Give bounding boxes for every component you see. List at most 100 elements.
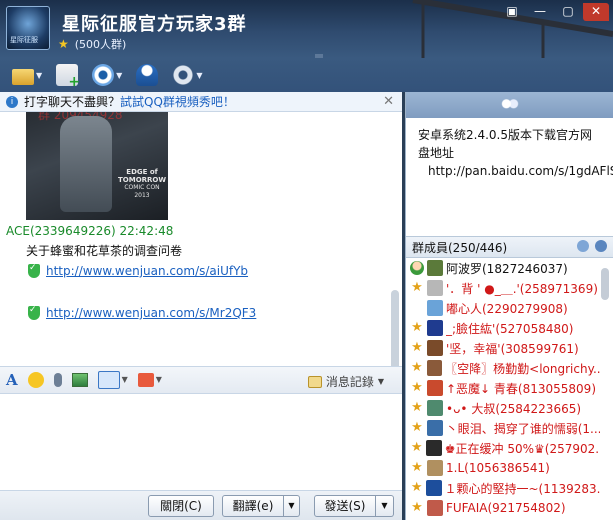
close-button[interactable]: 關閉(C): [148, 495, 214, 517]
admin-star-icon: ★: [411, 420, 423, 435]
message-history-button[interactable]: 消息記錄 ▼: [307, 373, 384, 390]
settings-button[interactable]: ▼: [168, 62, 206, 88]
toolbar: ▼ ▼ ▼: [0, 58, 613, 92]
member-avatar: [427, 300, 443, 316]
member-name: 1.L(1056386541): [446, 461, 550, 475]
send-button[interactable]: 發送(S): [314, 495, 376, 517]
member-avatar: [427, 260, 443, 276]
shared-image[interactable]: 群 209454928 EDGE of TOMORROW COMIC CON 2…: [26, 112, 168, 220]
admin-star-icon: ★: [410, 440, 423, 455]
member-avatar: [426, 420, 443, 436]
message-input[interactable]: [0, 394, 402, 490]
voice-icon[interactable]: [53, 373, 62, 387]
admin-star-icon: ★: [410, 480, 423, 495]
admin-star-icon: ★: [411, 340, 423, 355]
maximize-button[interactable]: ▢: [555, 3, 581, 21]
font-icon[interactable]: A: [6, 370, 18, 390]
side-panel: 安卓系统2.4.0.5版本下载官方网盘地址 http://pan.baidu.c…: [405, 92, 613, 520]
member-row[interactable]: ★ _;臉住紘'(527058480): [406, 318, 600, 338]
member-list-scrollbar[interactable]: [601, 260, 609, 518]
member-row[interactable]: ★ '坚，幸福'(308599761): [406, 338, 600, 358]
minimize-button[interactable]: —: [527, 3, 553, 21]
member-row[interactable]: ★ １颗心的堅持一~(1139283...: [406, 478, 600, 498]
safe-link-shield-icon: [28, 305, 40, 320]
member-avatar: [427, 320, 443, 336]
member-name: '．背 ' ●_＿.'(258971369): [446, 281, 598, 296]
skin-icon[interactable]: ▣: [499, 3, 525, 21]
member-row[interactable]: ★ 1.L(1056386541): [406, 458, 600, 478]
member-list[interactable]: 阿波罗(1827246037) ★ '．背 ' ●_＿.'(258971369) 嘟心…: [406, 258, 600, 520]
member-row[interactable]: ★ •ᴗ• 大叔(2584223665): [406, 398, 600, 418]
survey-link-2[interactable]: http://www.wenjuan.com/s/Mr2QF3: [46, 306, 256, 320]
video-show-link[interactable]: 試試QQ群視頻秀吧！: [120, 93, 235, 110]
image-icon[interactable]: [71, 373, 88, 387]
star-icon: ★: [58, 37, 69, 51]
group-profile-button[interactable]: [132, 62, 162, 88]
translate-button[interactable]: 翻譯(e): [222, 495, 284, 517]
chevron-down-icon: ▼: [116, 70, 123, 80]
owner-icon: [410, 261, 424, 275]
member-avatar: [426, 360, 443, 376]
admin-star-icon: ★: [411, 280, 423, 295]
share-file-button[interactable]: ▼: [8, 62, 46, 88]
notice-bar: i 打字聊天不盡興？ 試試QQ群視頻秀吧！ ✕: [0, 92, 402, 112]
member-avatar: [426, 480, 442, 496]
poster-caption-line2: TOMORROW: [118, 176, 167, 184]
send-options-button[interactable]: ▼: [376, 495, 394, 517]
screenshot-icon[interactable]: [97, 371, 120, 389]
close-icon[interactable]: ✕: [383, 94, 394, 109]
chevron-down-icon: ▼: [196, 70, 203, 80]
member-row[interactable]: ★ '．背 ' ●_＿.'(258971369): [406, 278, 600, 298]
gift-icon[interactable]: [137, 373, 154, 387]
scrollbar-thumb[interactable]: [601, 268, 609, 300]
member-row[interactable]: ★ FUFAIA(921754802): [406, 498, 600, 518]
group-info: ★ (500人群): [58, 36, 126, 52]
survey-link-1[interactable]: http://www.wenjuan.com/s/aiUfYb: [46, 264, 248, 278]
create-discussion-button[interactable]: [52, 62, 82, 90]
member-name: _;臉住紘'(527058480): [446, 321, 574, 336]
add-member-icon[interactable]: [577, 240, 589, 252]
message-link-row: http://www.wenjuan.com/s/aiUfYb: [28, 263, 248, 278]
chevron-down-icon[interactable]: ▼: [122, 370, 128, 390]
chevron-down-icon[interactable]: ▼: [156, 370, 162, 390]
member-name: •ᴗ• 大叔(2584223665): [446, 401, 582, 416]
message-sender[interactable]: ACE(2339649226) 22:42:48: [6, 224, 173, 238]
gear-icon: [172, 64, 195, 86]
history-icon: [307, 375, 322, 388]
member-name: 丶眼泪、揭穿了谁的懦弱(1...: [445, 421, 600, 436]
eye-icon: [92, 64, 115, 86]
member-avatar: [427, 380, 443, 396]
member-avatar: [427, 340, 443, 356]
robot-figure: [60, 116, 112, 212]
member-tools: [577, 240, 607, 252]
poster-caption-line1: EDGE of: [126, 168, 158, 176]
folder-icon: [12, 69, 34, 85]
emoji-icon[interactable]: [27, 372, 44, 388]
member-name: 阿波罗(1827246037): [446, 261, 568, 276]
member-row[interactable]: 嘟心人(2290279908): [406, 298, 600, 318]
chevron-down-icon: ▼: [36, 70, 43, 80]
members-tab[interactable]: [406, 92, 613, 118]
group-avatar[interactable]: 星际征服: [6, 6, 50, 50]
search-icon[interactable]: [595, 240, 607, 252]
member-name: ↑恶魔↓ 青春(813055809): [446, 381, 597, 396]
window-title: 星际征服官方玩家3群: [62, 14, 247, 35]
member-row[interactable]: ★ 丶眼泪、揭穿了谁的懦弱(1...: [406, 418, 600, 438]
member-name: '坚，幸福'(308599761): [446, 341, 579, 356]
video-show-button[interactable]: ▼: [88, 62, 126, 88]
translate-options-button[interactable]: ▼: [284, 495, 300, 517]
close-window-button[interactable]: ✕: [583, 3, 609, 21]
message-link-row: http://www.wenjuan.com/s/Mr2QF3: [28, 305, 256, 320]
chat-panel: i 打字聊天不盡興？ 試試QQ群視頻秀吧！ ✕ 群 209454928 EDGE…: [0, 92, 402, 520]
member-list-header: 群成員(250/446): [406, 236, 613, 258]
member-row[interactable]: 阿波罗(1827246037): [406, 258, 600, 278]
member-row[interactable]: ★ ♚正在缓冲 50%♛(257902...: [406, 438, 600, 458]
member-row[interactable]: ★ ↑恶魔↓ 青春(813055809): [406, 378, 600, 398]
member-row[interactable]: ★ 〖空降〗杨勤勤<longrichy...: [406, 358, 600, 378]
announcement-text: 安卓系统2.4.0.5版本下载官方网盘地址: [418, 128, 592, 160]
admin-star-icon: ★: [411, 460, 423, 475]
announcement-url[interactable]: http://pan.baidu.com/s/1gdAFlSn: [418, 162, 613, 180]
admin-star-icon: ★: [411, 380, 423, 395]
member-icon: [410, 301, 424, 315]
member-count: 群成員(250/446): [412, 240, 508, 255]
